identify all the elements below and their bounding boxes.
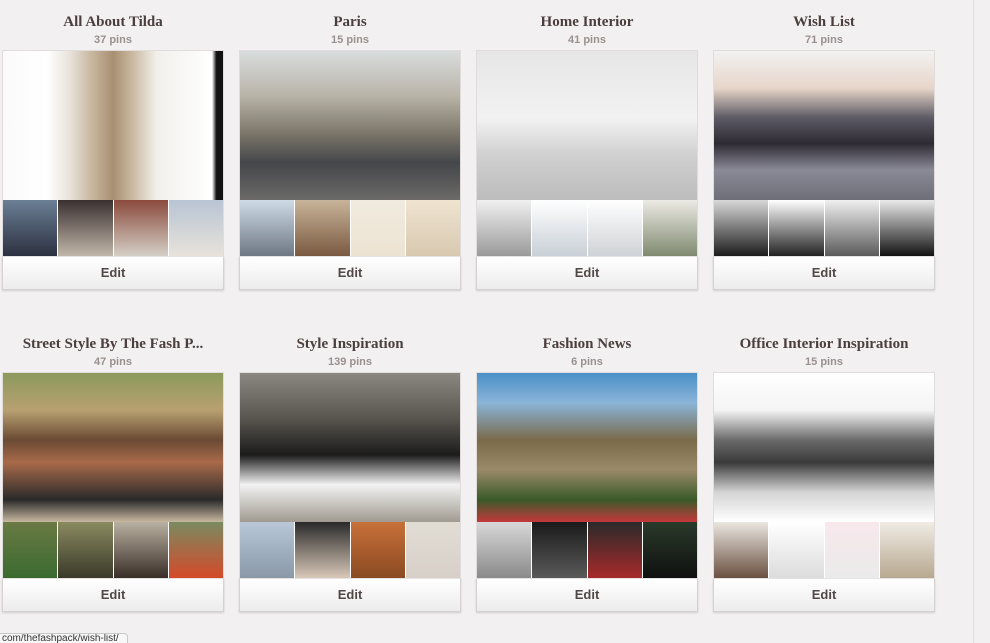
board-title[interactable]: Office Interior Inspiration (713, 334, 935, 354)
board-thumbnail[interactable] (113, 200, 169, 256)
board-pin-count: 6 pins (571, 356, 603, 368)
board-thumbnail[interactable] (879, 200, 934, 256)
board-cover-image[interactable] (2, 50, 224, 200)
board-thumbnails (713, 522, 935, 578)
board-title[interactable]: Home Interior (476, 12, 698, 32)
board-thumbnail[interactable] (3, 522, 59, 578)
board-fashion-news[interactable]: Fashion News 6 pins Edit (476, 334, 698, 612)
edit-button[interactable]: Edit (2, 256, 224, 290)
edit-button[interactable]: Edit (713, 578, 935, 612)
board-thumbnail[interactable] (295, 200, 351, 256)
board-thumbnail[interactable] (769, 522, 825, 578)
board-all-about-tilda[interactable]: All About Tilda 37 pins Edit (2, 12, 224, 290)
board-office-interior-inspiration[interactable]: Office Interior Inspiration 15 pins Edit (713, 334, 935, 612)
edit-button[interactable]: Edit (239, 578, 461, 612)
board-title[interactable]: Paris (239, 12, 461, 32)
board-thumbnail[interactable] (3, 200, 59, 256)
board-cover-image[interactable] (239, 372, 461, 522)
board-thumbnail[interactable] (168, 522, 223, 578)
board-pin-count: 37 pins (94, 34, 132, 46)
board-thumbnail[interactable] (642, 522, 697, 578)
board-thumbnail[interactable] (879, 522, 934, 578)
board-thumbnails (476, 200, 698, 256)
board-thumbnail[interactable] (113, 522, 169, 578)
board-thumbnail[interactable] (295, 522, 351, 578)
edit-button[interactable]: Edit (713, 256, 935, 290)
board-pin-count: 15 pins (805, 356, 843, 368)
board-thumbnail[interactable] (240, 200, 296, 256)
board-paris[interactable]: Paris 15 pins Edit (239, 12, 461, 290)
board-title[interactable]: Street Style By The Fash P... (2, 334, 224, 354)
board-thumbnail[interactable] (532, 200, 588, 256)
board-thumbnails (239, 522, 461, 578)
board-thumbnail[interactable] (477, 200, 533, 256)
board-cover-image[interactable] (713, 372, 935, 522)
board-pin-count: 41 pins (568, 34, 606, 46)
board-thumbnails (476, 522, 698, 578)
board-thumbnails (2, 522, 224, 578)
board-thumbnails (713, 200, 935, 256)
board-thumbnail[interactable] (58, 522, 114, 578)
board-thumbnails (239, 200, 461, 256)
board-cover-image[interactable] (476, 50, 698, 200)
board-thumbnail[interactable] (824, 522, 880, 578)
edit-button[interactable]: Edit (476, 256, 698, 290)
board-cover-image[interactable] (2, 372, 224, 522)
board-thumbnail[interactable] (769, 200, 825, 256)
board-title[interactable]: Fashion News (476, 334, 698, 354)
board-thumbnail[interactable] (350, 200, 406, 256)
board-cover-image[interactable] (476, 372, 698, 522)
board-thumbnail[interactable] (405, 522, 460, 578)
edit-button[interactable]: Edit (2, 578, 224, 612)
board-thumbnail[interactable] (642, 200, 697, 256)
board-pin-count: 71 pins (805, 34, 843, 46)
board-thumbnail[interactable] (350, 522, 406, 578)
board-wish-list[interactable]: Wish List 71 pins Edit (713, 12, 935, 290)
board-title[interactable]: Wish List (713, 12, 935, 32)
edit-button[interactable]: Edit (239, 256, 461, 290)
board-style-inspiration[interactable]: Style Inspiration 139 pins Edit (239, 334, 461, 612)
board-cover-image[interactable] (239, 50, 461, 200)
status-bar-url: com/thefashpack/wish-list/ (0, 633, 128, 643)
board-thumbnail[interactable] (532, 522, 588, 578)
board-thumbnail[interactable] (477, 522, 533, 578)
board-title[interactable]: All About Tilda (2, 12, 224, 32)
board-thumbnail[interactable] (58, 200, 114, 256)
board-thumbnail[interactable] (714, 522, 770, 578)
board-pin-count: 47 pins (94, 356, 132, 368)
board-street-style[interactable]: Street Style By The Fash P... 47 pins Ed… (2, 334, 224, 612)
edit-button[interactable]: Edit (476, 578, 698, 612)
board-title[interactable]: Style Inspiration (239, 334, 461, 354)
board-thumbnail[interactable] (587, 522, 643, 578)
board-thumbnail[interactable] (824, 200, 880, 256)
board-thumbnail[interactable] (405, 200, 460, 256)
board-thumbnail[interactable] (714, 200, 770, 256)
scrollbar-track[interactable] (973, 0, 974, 643)
board-thumbnail[interactable] (168, 200, 223, 256)
board-home-interior[interactable]: Home Interior 41 pins Edit (476, 12, 698, 290)
board-thumbnail[interactable] (240, 522, 296, 578)
board-cover-image[interactable] (713, 50, 935, 200)
board-thumbnail[interactable] (587, 200, 643, 256)
board-pin-count: 15 pins (331, 34, 369, 46)
board-thumbnails (2, 200, 224, 256)
board-pin-count: 139 pins (327, 356, 373, 368)
